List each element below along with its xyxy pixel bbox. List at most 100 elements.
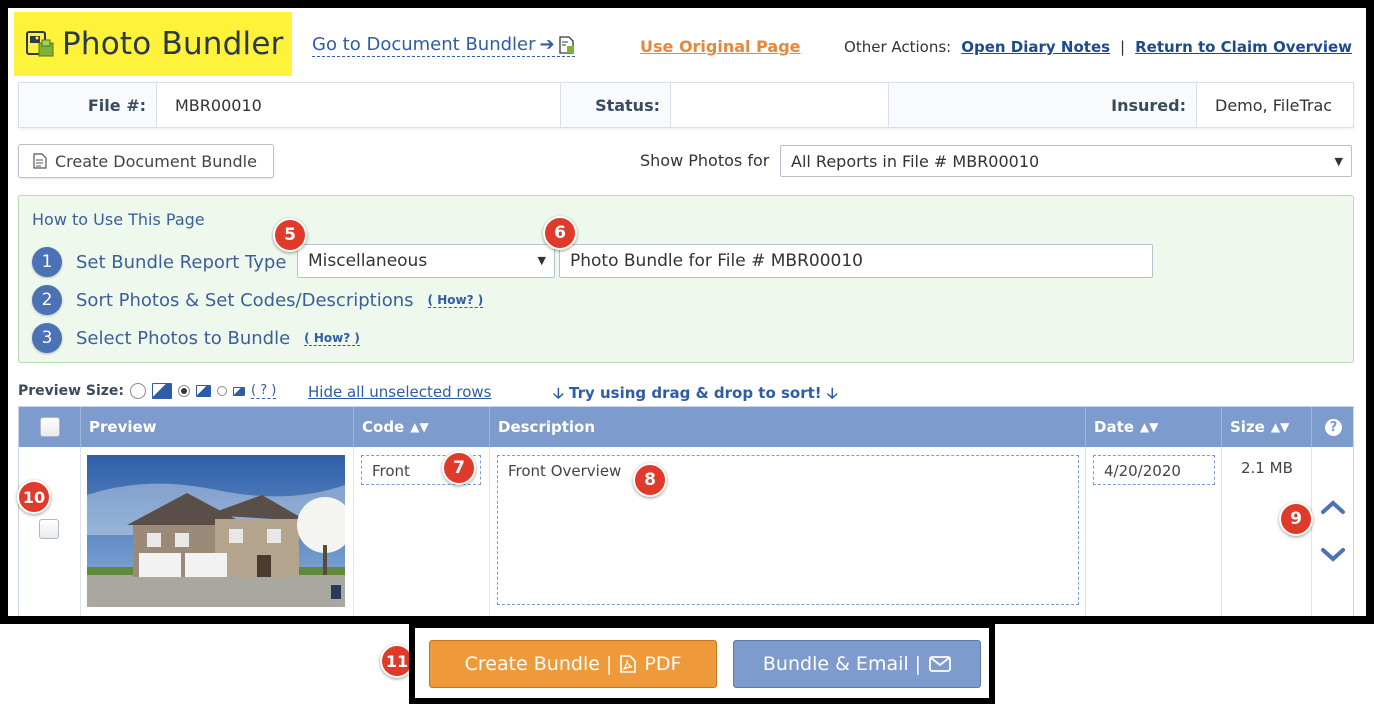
step-label: Sort Photos & Set Codes/Descriptions — [76, 289, 414, 311]
pdf-label: PDF — [644, 653, 682, 675]
sort-arrows-icon: ▲▼ — [410, 420, 429, 434]
date-input[interactable]: 4/20/2020 — [1093, 455, 1215, 485]
how-link[interactable]: ( How? ) — [427, 293, 484, 308]
arrow-down-icon: 🡣 — [826, 384, 838, 402]
arrow-right-icon: ➔ — [539, 34, 555, 55]
document-icon — [33, 153, 47, 169]
description-header: Description — [490, 407, 1086, 447]
drag-drop-hint: 🡣 Try using drag & drop to sort! 🡣 — [553, 383, 838, 408]
file-number-label: File #: — [19, 83, 157, 127]
help-icon[interactable]: ? — [1325, 418, 1342, 436]
step-number: 2 — [32, 285, 62, 315]
code-header[interactable]: Code ▲▼ — [354, 407, 490, 447]
preview-size-controls: Preview Size: ( ? ) — [18, 383, 277, 399]
step-number: 3 — [32, 323, 62, 353]
create-bundle-pdf-button[interactable]: Create Bundle | PDF — [429, 640, 717, 688]
arrow-down-icon: 🡣 — [553, 384, 564, 402]
move-up-icon[interactable] — [1320, 499, 1346, 515]
document-bundler-link[interactable]: Go to Document Bundler ➔ — [312, 34, 575, 57]
step-label: Select Photos to Bundle — [76, 327, 291, 349]
sort-arrows-icon: ▲▼ — [1270, 420, 1290, 434]
step-label: Set Bundle Report Type — [76, 251, 287, 273]
select-all-header — [19, 407, 81, 447]
image-small-icon — [233, 386, 246, 396]
preview-size-large-radio[interactable] — [130, 383, 147, 399]
show-photos-value: All Reports in File # MBR00010 — [791, 151, 1040, 171]
return-to-claim-link[interactable]: Return to Claim Overview — [1135, 38, 1352, 56]
annotation-badge-5: 5 — [273, 218, 307, 252]
annotation-badge-7: 7 — [442, 451, 476, 485]
size-header-label: Size — [1230, 418, 1265, 436]
date-header[interactable]: Date ▲▼ — [1086, 407, 1222, 447]
row-move-cell — [1312, 447, 1355, 616]
step-2: 2 Sort Photos & Set Codes/Descriptions (… — [32, 285, 484, 315]
annotation-badge-6: 6 — [543, 216, 577, 250]
file-size-value: 2.1 MB — [1241, 459, 1293, 477]
open-diary-notes-link[interactable]: Open Diary Notes — [961, 38, 1110, 56]
show-photos-label: Show Photos for — [640, 151, 770, 170]
create-document-bundle-button[interactable]: Create Document Bundle — [18, 144, 274, 178]
step-3: 3 Select Photos to Bundle ( How? ) — [32, 323, 360, 353]
size-header[interactable]: Size ▲▼ — [1222, 407, 1312, 447]
description-textarea[interactable]: Front Overview — [497, 455, 1079, 605]
table-header: Preview Code ▲▼ Description Date ▲▼ Size… — [19, 407, 1353, 447]
photo-table: Preview Code ▲▼ Description Date ▲▼ Size… — [18, 406, 1354, 616]
row-select-cell — [19, 447, 81, 616]
use-original-page-link[interactable]: Use Original Page — [640, 37, 801, 56]
hide-unselected-rows-link[interactable]: Hide all unselected rows — [308, 383, 491, 401]
page-title: Photo Bundler — [62, 26, 284, 62]
how-to-title: How to Use This Page — [32, 210, 205, 229]
row-select-checkbox[interactable] — [39, 519, 59, 539]
annotation-badge-8: 8 — [633, 463, 667, 497]
other-actions: Other Actions: Open Diary Notes | Return… — [844, 38, 1352, 56]
action-bar: Create Bundle | PDF Bundle & Email | — [409, 622, 995, 704]
how-link[interactable]: ( How? ) — [304, 331, 360, 346]
photo-bundler-icon — [26, 31, 54, 57]
app-window: Photo Bundler Go to Document Bundler ➔ U… — [8, 8, 1366, 616]
preview-size-small-radio[interactable] — [217, 386, 228, 396]
step-number: 1 — [32, 247, 62, 277]
image-medium-icon — [196, 385, 212, 397]
envelope-icon — [929, 656, 951, 672]
status-label: Status: — [561, 83, 671, 127]
preview-size-medium-radio[interactable] — [178, 385, 191, 397]
report-type-select[interactable]: Miscellaneous ▼ — [297, 244, 555, 278]
show-photos-select[interactable]: All Reports in File # MBR00010 ▼ — [780, 145, 1352, 177]
row-preview-cell — [81, 447, 354, 616]
preview-help-link[interactable]: ( ? ) — [251, 383, 277, 399]
caret-down-icon: ▼ — [1334, 155, 1343, 168]
separator: | — [1120, 38, 1126, 56]
other-actions-label: Other Actions: — [844, 38, 952, 56]
app-frame: Photo Bundler Go to Document Bundler ➔ U… — [0, 0, 1374, 624]
insured-label: Insured: — [979, 83, 1197, 127]
annotation-badge-9: 9 — [1279, 502, 1313, 536]
action-bar-inner: Create Bundle | PDF Bundle & Email | — [415, 628, 989, 698]
bundle-email-button[interactable]: Bundle & Email | — [733, 640, 981, 688]
preview-size-label: Preview Size: — [18, 383, 125, 399]
sort-arrows-icon: ▲▼ — [1139, 420, 1159, 434]
insured-value: Demo, FileTrac — [1197, 83, 1353, 127]
file-info-bar: File #: MBR00010 Status: Insured: Demo, … — [18, 82, 1354, 128]
bundle-email-label: Bundle & Email | — [762, 653, 922, 675]
drag-drop-hint-label: Try using drag & drop to sort! — [569, 384, 822, 402]
house-photo-thumbnail[interactable] — [87, 455, 345, 607]
file-number-value: MBR00010 — [157, 83, 561, 127]
status-value — [671, 83, 889, 127]
help-header: ? — [1312, 407, 1355, 447]
bundle-title-input[interactable]: Photo Bundle for File # MBR00010 — [559, 244, 1153, 278]
document-icon — [558, 35, 574, 54]
annotation-badge-10: 10 — [17, 480, 51, 514]
image-large-icon — [152, 383, 173, 399]
move-down-icon[interactable] — [1320, 547, 1346, 563]
step-1: 1 Set Bundle Report Type — [32, 247, 286, 277]
create-document-bundle-label: Create Document Bundle — [55, 151, 257, 171]
code-header-label: Code — [362, 418, 405, 436]
select-all-checkbox[interactable] — [39, 417, 60, 437]
